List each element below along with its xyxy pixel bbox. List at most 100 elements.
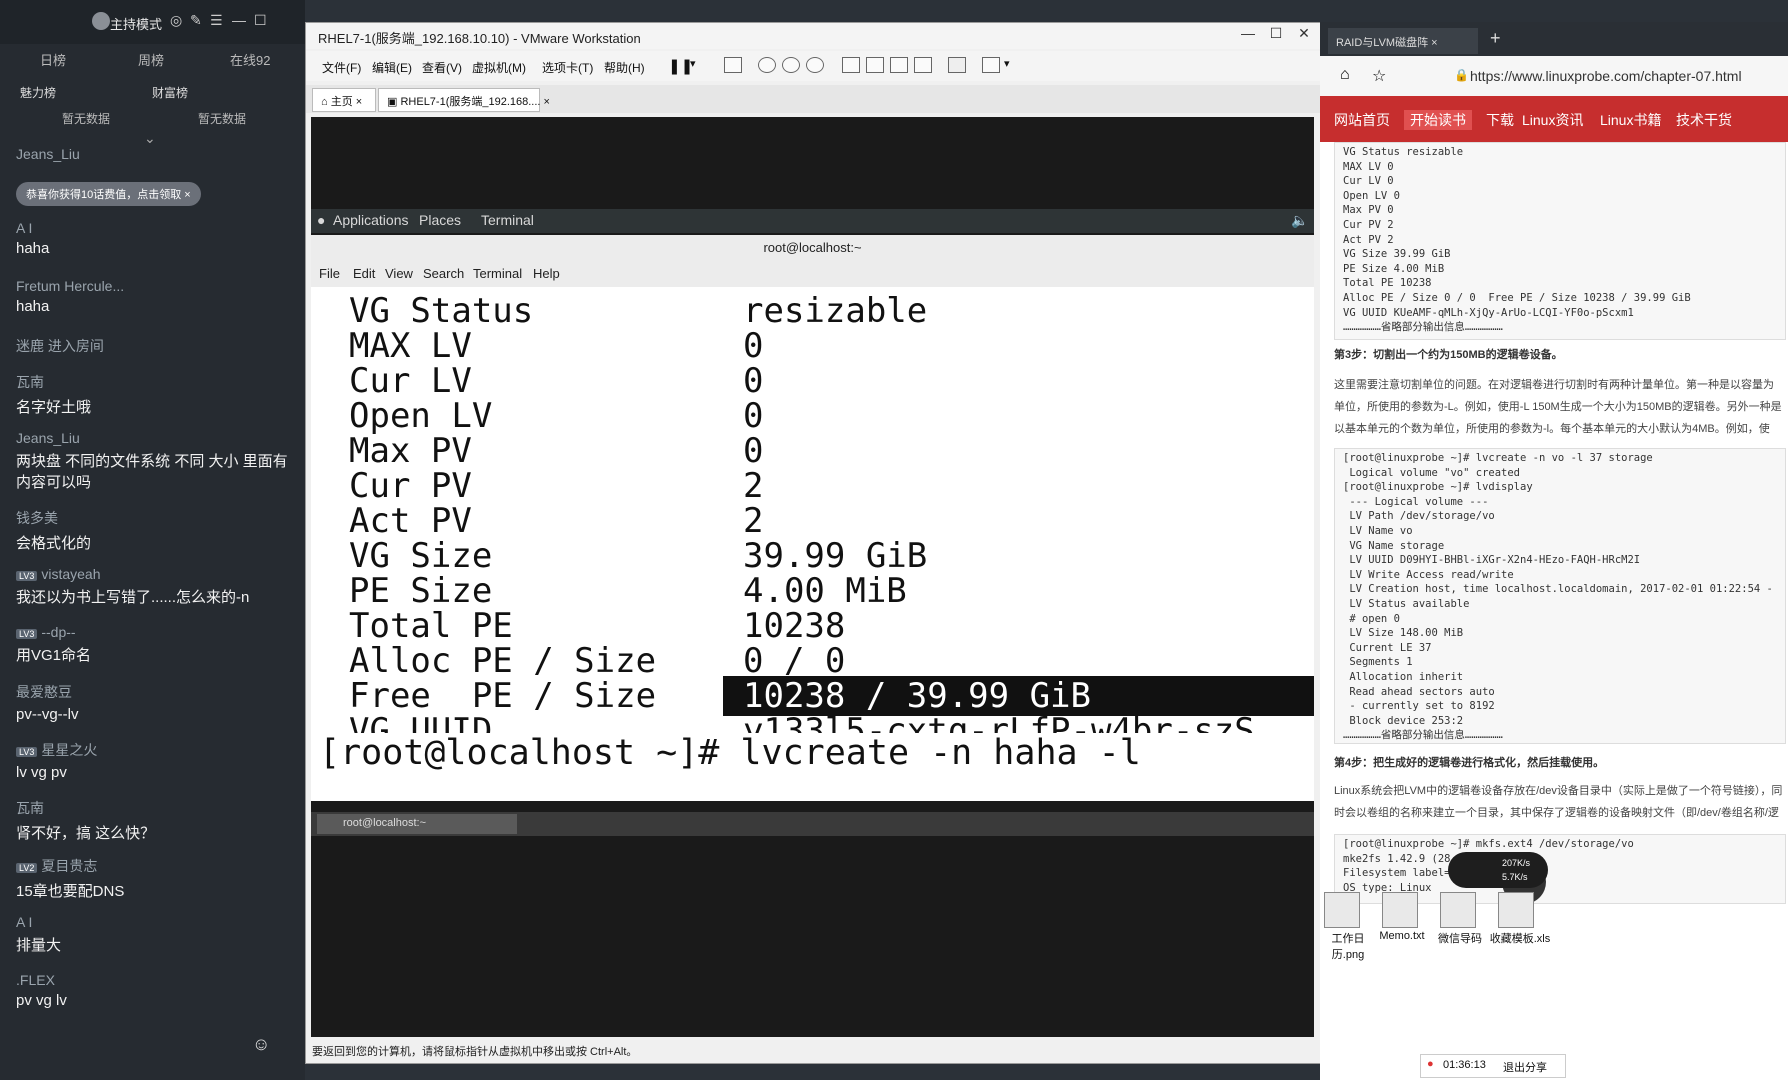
nav-news[interactable]: Linux资讯	[1522, 110, 1583, 130]
minimize-button[interactable]: —	[1235, 25, 1261, 45]
vg-key: MAX LV	[349, 326, 472, 366]
term-menu-view[interactable]: View	[385, 266, 413, 281]
image-file-icon[interactable]	[1324, 892, 1360, 928]
tab-weekly[interactable]: 周榜	[138, 50, 164, 69]
shell-prompt[interactable]: [root@localhost ~]# lvcreate -n haha -l	[319, 733, 1314, 777]
code-line: LV Size 148.00 MiB	[1343, 627, 1464, 640]
close-icon[interactable]: ×	[1431, 37, 1437, 49]
thumbnail-icon[interactable]	[866, 57, 884, 73]
term-menu-search[interactable]: Search	[423, 266, 464, 281]
close-icon[interactable]: ×	[544, 96, 550, 108]
tab-vm[interactable]: ▣ RHEL7-1(服务端_192.168.... ×	[378, 88, 550, 112]
tab-home-label: 主页	[330, 96, 353, 108]
maximize-icon[interactable]: ☐	[254, 12, 267, 29]
home-icon[interactable]: ⌂	[1340, 66, 1350, 84]
terminal-menu-bar: File Edit View Search Terminal Help	[311, 261, 1314, 287]
chevron-down-icon[interactable]: ▾	[690, 57, 696, 70]
unity-icon[interactable]	[914, 57, 932, 73]
nav-books[interactable]: Linux书籍	[1600, 110, 1661, 130]
menu-tabs[interactable]: 选项卡(T)	[542, 59, 593, 76]
selected-value[interactable]: 10238 / 39.99 GiB	[723, 676, 1314, 716]
chat-username: 星星之火	[41, 742, 98, 758]
browser-window: RAID与LVM磁盘阵 × + ⌂ ☆ 🔒 https://www.linuxp…	[1320, 22, 1788, 1080]
close-icon[interactable]: ×	[184, 189, 190, 201]
chat-text: 用VG1命名	[16, 647, 92, 664]
terminal-menu[interactable]: Terminal	[481, 212, 534, 228]
close-button[interactable]: ✕	[1291, 25, 1317, 45]
tab-daily[interactable]: 日榜	[40, 50, 66, 69]
text-file-icon[interactable]	[1382, 892, 1418, 928]
vg-key: Open LV	[349, 396, 493, 436]
terminal-window[interactable]: root@localhost:~ File Edit View Search T…	[311, 235, 1314, 801]
menu-icon[interactable]: ☰	[210, 12, 223, 29]
edit-icon[interactable]: ✎	[190, 12, 202, 29]
menu-view[interactable]: 查看(V)	[422, 59, 462, 76]
charm-rank-label[interactable]: 魅力榜	[20, 84, 56, 101]
new-tab-icon[interactable]: +	[1490, 28, 1501, 49]
term-menu-terminal[interactable]: Terminal	[473, 266, 522, 281]
snapshot-icon[interactable]	[758, 57, 776, 73]
code-text: [root@linuxprobe ~]# lvcreate -n vo -l 3…	[1343, 451, 1773, 743]
console-icon[interactable]	[948, 57, 966, 73]
term-menu-edit[interactable]: Edit	[353, 266, 375, 281]
qr-file-icon[interactable]	[1440, 892, 1476, 928]
net-down: 5.7K/s	[1502, 872, 1528, 882]
vg-value: 0	[743, 431, 764, 471]
vg-value: 2	[743, 501, 764, 541]
menu-help[interactable]: 帮助(H)	[604, 59, 645, 76]
snapshot-manager-icon[interactable]	[806, 57, 824, 73]
desktop-icon-label: Memo.txt	[1379, 930, 1425, 942]
nav-home[interactable]: 网站首页	[1334, 110, 1390, 130]
tab-online[interactable]: 在线92	[230, 50, 270, 69]
no-data-text: 暂无数据	[198, 112, 247, 126]
guest-display[interactable]: ● Applications Places Terminal 🔈 root@lo…	[311, 117, 1314, 1037]
menu-vm[interactable]: 虚拟机(M)	[472, 59, 526, 76]
close-icon[interactable]: ×	[356, 96, 362, 108]
notice-pill[interactable]: 恭喜你获得10话费值，点击领取 ×	[16, 182, 201, 206]
send-keys-icon[interactable]	[724, 57, 742, 73]
taskbar-terminal-item[interactable]: root@localhost:~	[317, 814, 517, 834]
vg-key: VG Status	[349, 291, 534, 331]
nav-read[interactable]: 开始读书	[1404, 110, 1472, 130]
level-badge: LV3	[16, 571, 38, 581]
nav-tech[interactable]: 技术干货	[1676, 110, 1732, 130]
minimize-icon[interactable]: —	[232, 12, 246, 28]
settings-icon[interactable]: ◎	[170, 12, 182, 29]
level-badge: LV3	[16, 747, 38, 757]
code-line: Allocation inherit	[1343, 670, 1464, 683]
paragraph: Linux系统会把LVM中的逻辑卷设备存放在/dev设备目录中（实际上是做了一个…	[1334, 785, 1783, 819]
fullscreen-icon[interactable]	[890, 57, 908, 73]
applications-menu[interactable]: Applications	[333, 212, 409, 228]
code-line: LV Status available	[1343, 597, 1470, 610]
maximize-button[interactable]: ☐	[1263, 25, 1289, 45]
menu-edit[interactable]: 编辑(E)	[372, 59, 412, 76]
url-field[interactable]: https://www.linuxprobe.com/chapter-07.ht…	[1470, 68, 1742, 84]
term-menu-file[interactable]: File	[319, 266, 340, 281]
code-line: --- Logical volume ---	[1343, 495, 1489, 508]
revert-snapshot-icon[interactable]	[782, 57, 800, 73]
volume-icon[interactable]: 🔈	[1291, 212, 1308, 229]
browser-tab[interactable]: RAID与LVM磁盘阵 ×	[1328, 28, 1478, 54]
chat-message: LV3 星星之火 lv vg pv	[16, 740, 301, 781]
spreadsheet-file-icon[interactable]	[1498, 892, 1534, 928]
vg-value: 0	[743, 326, 764, 366]
chat-text: 15章也要配DNS	[16, 883, 125, 900]
chevron-down-icon[interactable]: ⌄	[144, 130, 156, 147]
exit-share-button[interactable]: 退出分享	[1503, 1059, 1547, 1075]
wealth-rank-label[interactable]: 财富榜	[152, 84, 188, 101]
site-nav: 网站首页 开始读书 下载 Linux资讯 Linux书籍 技术干货	[1320, 96, 1788, 142]
nav-download[interactable]: 下载	[1486, 110, 1514, 130]
menu-file[interactable]: 文件(F)	[322, 59, 361, 76]
library-icon[interactable]	[842, 57, 860, 73]
term-menu-help[interactable]: Help	[533, 266, 560, 281]
star-icon[interactable]: ☆	[1372, 66, 1386, 86]
chat-username: A I	[16, 914, 33, 930]
chat-username: --dp--	[41, 624, 76, 640]
tab-home[interactable]: ⌂ 主页 ×	[312, 88, 376, 112]
vm-icon: ▣	[387, 96, 398, 108]
chevron-down-icon[interactable]: ▾	[1004, 57, 1010, 70]
emoji-icon[interactable]: ☺	[252, 1034, 270, 1055]
places-menu[interactable]: Places	[419, 212, 461, 228]
gnome-logo-icon: ●	[317, 212, 326, 228]
stretch-icon[interactable]	[982, 57, 1000, 73]
